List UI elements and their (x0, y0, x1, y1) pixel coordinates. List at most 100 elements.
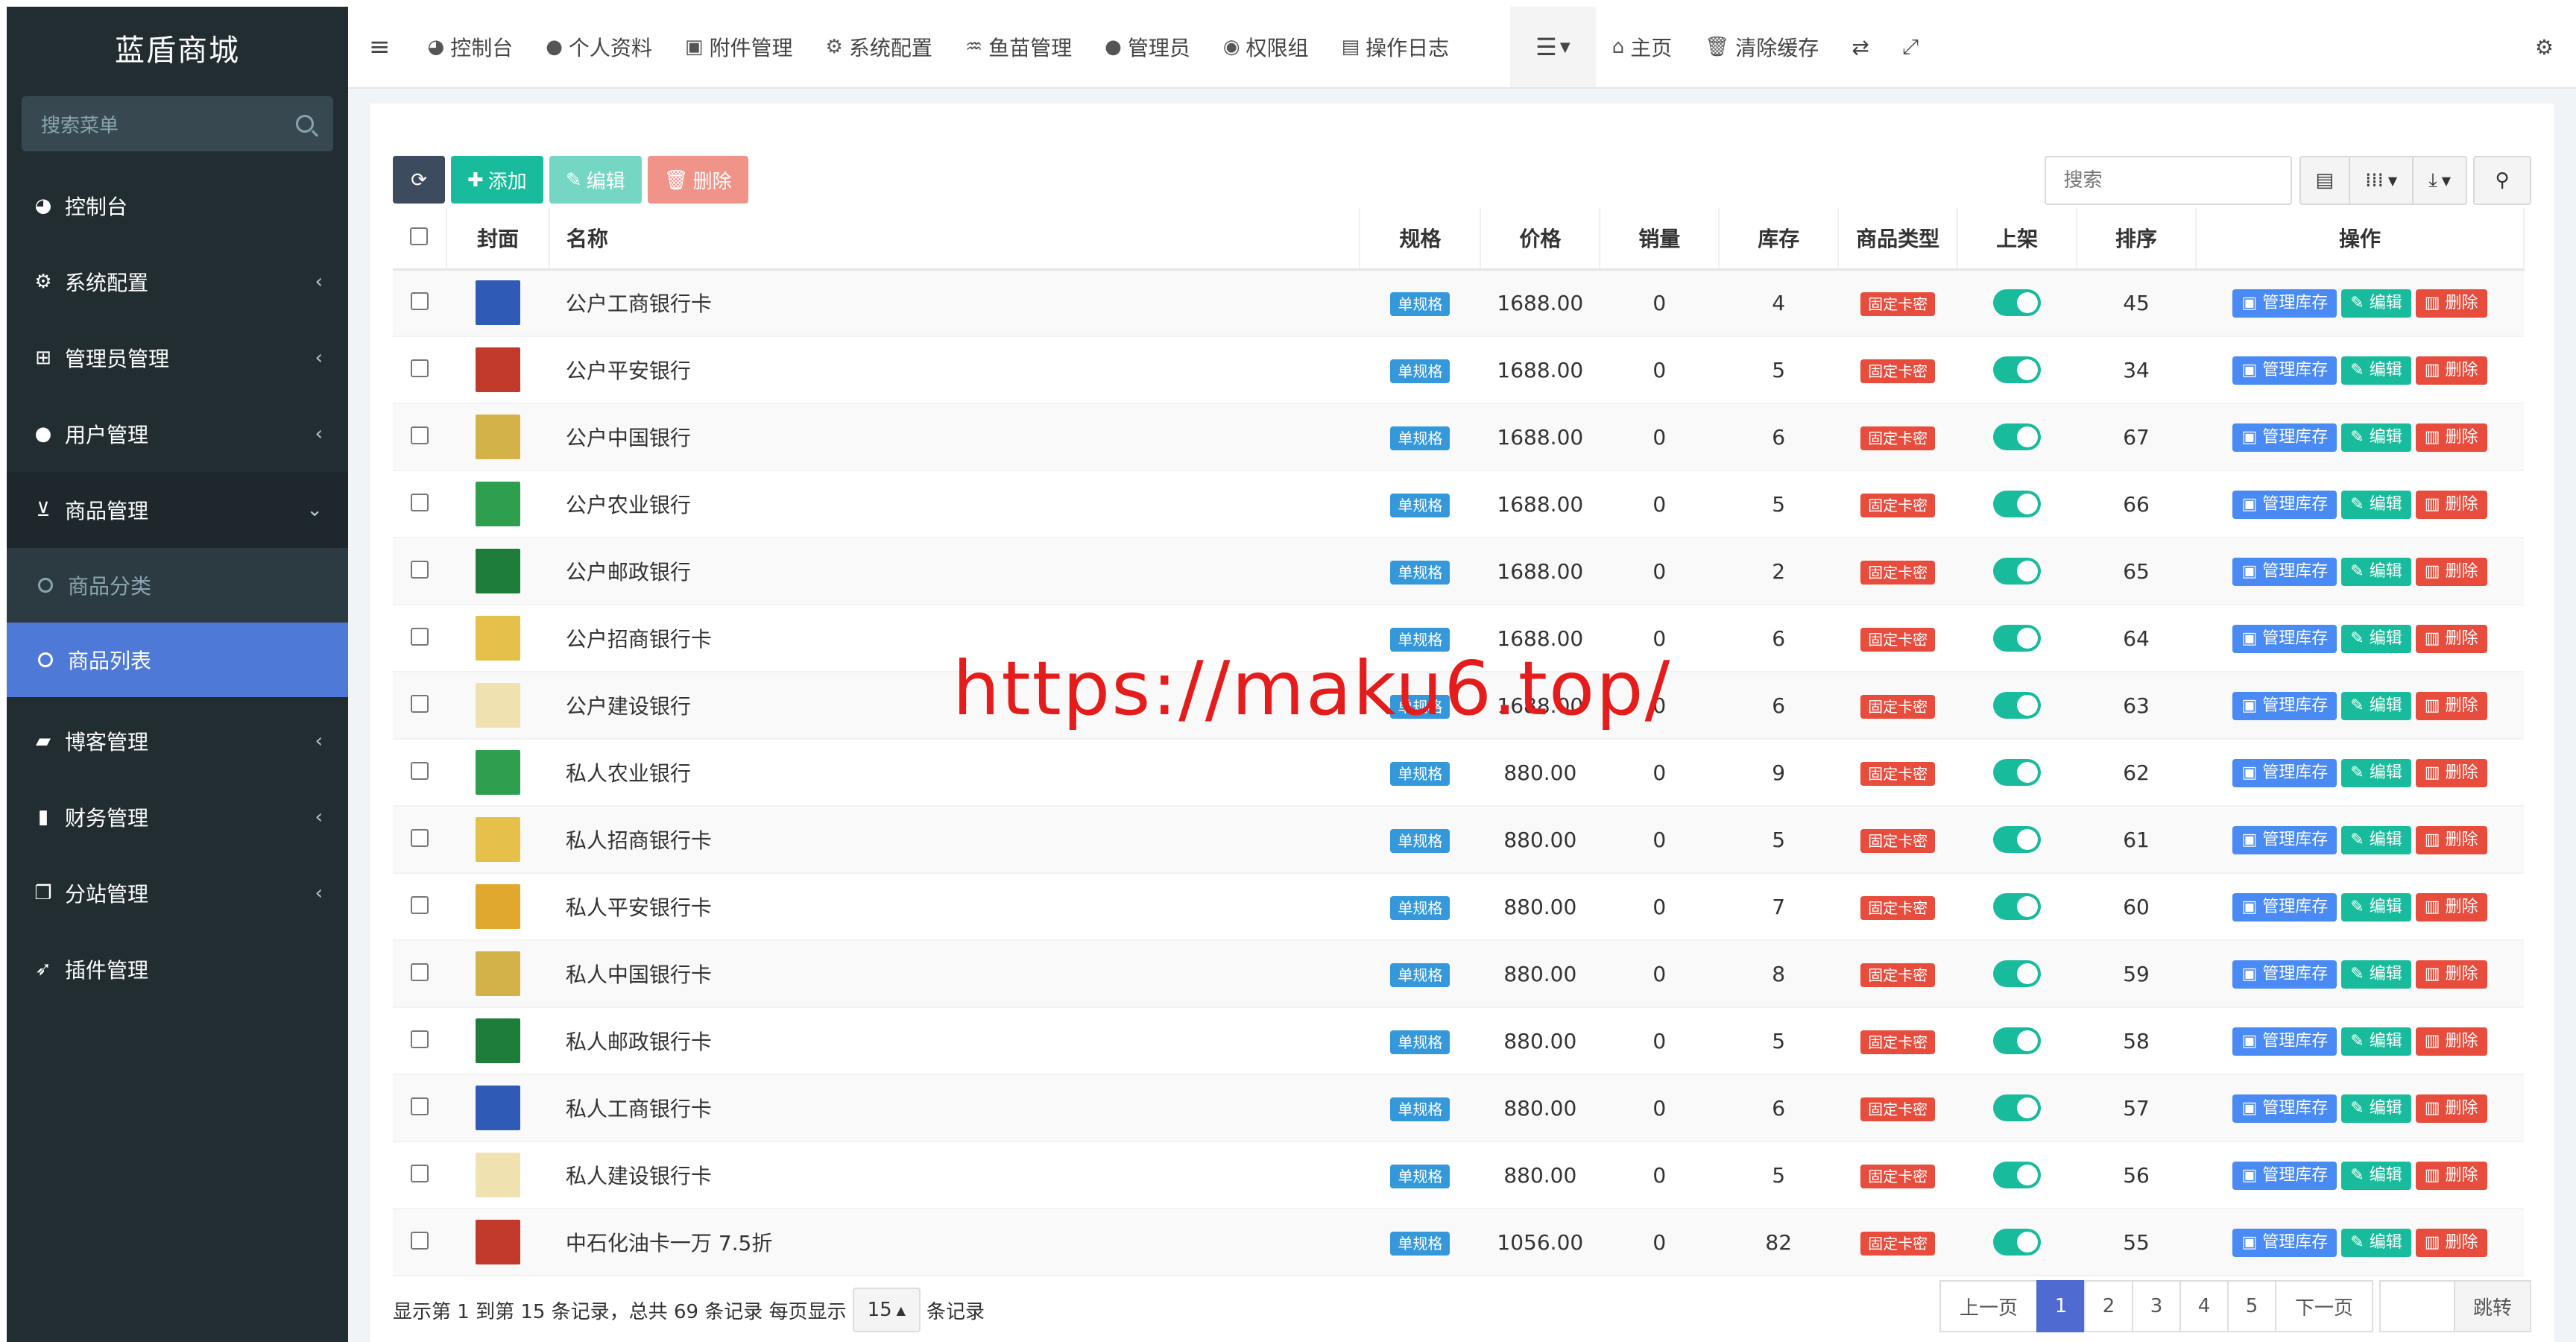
on-shelf-toggle[interactable] (1993, 893, 2042, 920)
cover-image[interactable] (475, 1220, 520, 1264)
row-checkbox[interactable] (410, 493, 429, 511)
add-button[interactable]: ✚ 添加 (451, 156, 543, 204)
table-search-input[interactable] (2044, 156, 2292, 205)
manage-stock-button[interactable]: ▣ 管理库存 (2232, 758, 2337, 787)
row-checkbox[interactable] (410, 627, 429, 646)
col-header-name[interactable]: 名称 (549, 208, 1361, 271)
row-checkbox[interactable] (410, 694, 429, 713)
row-checkbox[interactable] (410, 828, 429, 847)
manage-stock-button[interactable]: ▣ 管理库存 (2232, 691, 2337, 720)
fullscreen-button[interactable]: ⤢ (1886, 7, 1935, 87)
row-edit-button[interactable]: ✎ 编辑 (2341, 1228, 2411, 1257)
row-delete-button[interactable]: ▥ 删除 (2415, 1094, 2487, 1123)
row-checkbox[interactable] (410, 1164, 429, 1182)
advanced-search-button[interactable]: ⚲ (2473, 156, 2531, 205)
sidebar-toggle-button[interactable]: ≡ (348, 7, 411, 87)
manage-stock-button[interactable]: ▣ 管理库存 (2232, 892, 2337, 922)
sidebar-item-plugin-management[interactable]: ➶ 插件管理 (7, 931, 348, 1007)
row-checkbox[interactable] (410, 292, 429, 310)
manage-stock-button[interactable]: ▣ 管理库存 (2232, 1228, 2337, 1257)
nav-tab-profile[interactable]: ● 个人资料 (529, 7, 669, 87)
row-edit-button[interactable]: ✎ 编辑 (2341, 490, 2411, 519)
on-shelf-toggle[interactable] (1993, 1094, 2042, 1121)
next-page-button[interactable]: 下一页 (2275, 1280, 2373, 1332)
cover-image[interactable] (475, 280, 520, 326)
table-row[interactable]: 私人工商银行卡 单规格 880.00 0 6 固定卡密 57 ▣ 管理库存 ✎ … (393, 1074, 2524, 1142)
table-row[interactable]: 公户平安银行 单规格 1688.00 0 5 固定卡密 34 ▣ 管理库存 ✎ … (393, 336, 2524, 404)
table-row[interactable]: 私人农业银行 单规格 880.00 0 9 固定卡密 62 ▣ 管理库存 ✎ 编… (393, 739, 2524, 807)
row-checkbox[interactable] (410, 895, 429, 914)
table-row[interactable]: 私人邮政银行卡 单规格 880.00 0 5 固定卡密 58 ▣ 管理库存 ✎ … (393, 1007, 2524, 1075)
col-header-sort[interactable]: 排序 (2077, 208, 2197, 271)
clear-cache-button[interactable]: 🗑 清除缓存 (1688, 7, 1835, 87)
cover-image[interactable] (475, 482, 520, 526)
row-delete-button[interactable]: ▥ 删除 (2415, 356, 2487, 385)
settings-button[interactable]: ⚙ (2519, 7, 2576, 87)
export-button[interactable]: ⤓ ▼ (2412, 156, 2467, 205)
manage-stock-button[interactable]: ▣ 管理库存 (2232, 1094, 2337, 1123)
on-shelf-toggle[interactable] (1993, 1162, 2042, 1188)
table-row[interactable]: 私人平安银行卡 单规格 880.00 0 7 固定卡密 60 ▣ 管理库存 ✎ … (393, 873, 2524, 941)
table-row[interactable]: 公户邮政银行 单规格 1688.00 0 2 固定卡密 65 ▣ 管理库存 ✎ … (393, 538, 2524, 605)
row-checkbox[interactable] (410, 359, 429, 377)
table-row[interactable]: 中石化油卡一万 7.5折 单规格 1056.00 0 82 固定卡密 55 ▣ … (393, 1209, 2524, 1276)
row-checkbox[interactable] (410, 426, 429, 444)
row-delete-button[interactable]: ▥ 删除 (2415, 1027, 2487, 1056)
cover-image[interactable] (475, 415, 520, 459)
sidebar-item-finance-management[interactable]: ▮ 财务管理 ‹ (7, 779, 348, 855)
cover-image[interactable] (475, 616, 520, 661)
manage-stock-button[interactable]: ▣ 管理库存 (2232, 1027, 2337, 1056)
nav-tab-fish-management[interactable]: ♒ 鱼苗管理 (949, 7, 1088, 87)
manage-stock-button[interactable]: ▣ 管理库存 (2232, 356, 2337, 385)
toggle-view-button[interactable]: ▤ (2299, 156, 2351, 205)
sidebar-item-admin-management[interactable]: ⊞ 管理员管理 ‹ (7, 320, 348, 396)
sidebar-search-input[interactable]: 搜索菜单 (22, 96, 333, 151)
delete-button[interactable]: 🗑 删除 (647, 156, 748, 204)
row-edit-button[interactable]: ✎ 编辑 (2341, 1161, 2411, 1190)
sidebar-item-goods-list[interactable]: 商品列表 (7, 623, 348, 697)
table-row[interactable]: 公户农业银行 单规格 1688.00 0 5 固定卡密 66 ▣ 管理库存 ✎ … (393, 470, 2524, 538)
row-delete-button[interactable]: ▥ 删除 (2415, 490, 2487, 519)
row-edit-button[interactable]: ✎ 编辑 (2341, 1094, 2411, 1123)
nav-tab-admins[interactable]: ● 管理员 (1088, 7, 1207, 87)
manage-stock-button[interactable]: ▣ 管理库存 (2232, 1161, 2337, 1190)
sidebar-item-goods-management[interactable]: ⊻ 商品管理 ⌄ (7, 472, 348, 548)
row-checkbox[interactable] (410, 560, 429, 579)
row-checkbox[interactable] (410, 1030, 429, 1048)
sidebar-item-system-config[interactable]: ⚙ 系统配置 ‹ (7, 244, 348, 320)
page-button-3[interactable]: 3 (2132, 1280, 2181, 1332)
on-shelf-toggle[interactable] (1993, 1027, 2042, 1054)
nav-tab-permission-groups[interactable]: ◉ 权限组 (1207, 7, 1325, 87)
row-edit-button[interactable]: ✎ 编辑 (2341, 423, 2411, 452)
manage-stock-button[interactable]: ▣ 管理库存 (2232, 490, 2337, 519)
table-row[interactable]: 公户中国银行 单规格 1688.00 0 6 固定卡密 67 ▣ 管理库存 ✎ … (393, 403, 2524, 471)
edit-button[interactable]: ✎ 编辑 (549, 156, 642, 204)
col-header-spec[interactable]: 规格 (1360, 208, 1482, 271)
sidebar-item-substation-management[interactable]: ❐ 分站管理 ‹ (7, 855, 348, 931)
row-checkbox[interactable] (410, 1097, 429, 1115)
table-row[interactable]: 私人中国银行卡 单规格 880.00 0 8 固定卡密 59 ▣ 管理库存 ✎ … (393, 940, 2524, 1008)
cover-image[interactable] (475, 1018, 520, 1063)
on-shelf-toggle[interactable] (1993, 558, 2042, 585)
nav-tab-operation-log[interactable]: ▤ 操作日志 (1325, 7, 1466, 87)
row-delete-button[interactable]: ▥ 删除 (2415, 1228, 2487, 1257)
manage-stock-button[interactable]: ▣ 管理库存 (2232, 423, 2337, 452)
page-button-4[interactable]: 4 (2179, 1280, 2229, 1332)
table-row[interactable]: 公户工商银行卡 单规格 1688.00 0 4 固定卡密 45 ▣ 管理库存 ✎… (393, 269, 2524, 337)
row-edit-button[interactable]: ✎ 编辑 (2341, 825, 2411, 854)
row-checkbox[interactable] (410, 963, 429, 981)
on-shelf-toggle[interactable] (1993, 356, 2042, 383)
page-button-1[interactable]: 1 (2036, 1280, 2086, 1332)
nav-tab-system-config[interactable]: ⚙ 系统配置 (809, 7, 949, 87)
manage-stock-button[interactable]: ▣ 管理库存 (2232, 557, 2337, 586)
on-shelf-toggle[interactable] (1993, 960, 2042, 987)
row-edit-button[interactable]: ✎ 编辑 (2341, 289, 2411, 318)
more-tabs-dropdown[interactable]: ☰ ▼ (1510, 7, 1596, 87)
on-shelf-toggle[interactable] (1993, 625, 2042, 652)
cover-image[interactable] (475, 884, 520, 929)
on-shelf-toggle[interactable] (1993, 759, 2042, 786)
page-size-select[interactable]: 15 ▲ (852, 1288, 921, 1332)
cover-image[interactable] (475, 549, 520, 593)
row-edit-button[interactable]: ✎ 编辑 (2341, 892, 2411, 922)
page-button-2[interactable]: 2 (2084, 1280, 2133, 1332)
